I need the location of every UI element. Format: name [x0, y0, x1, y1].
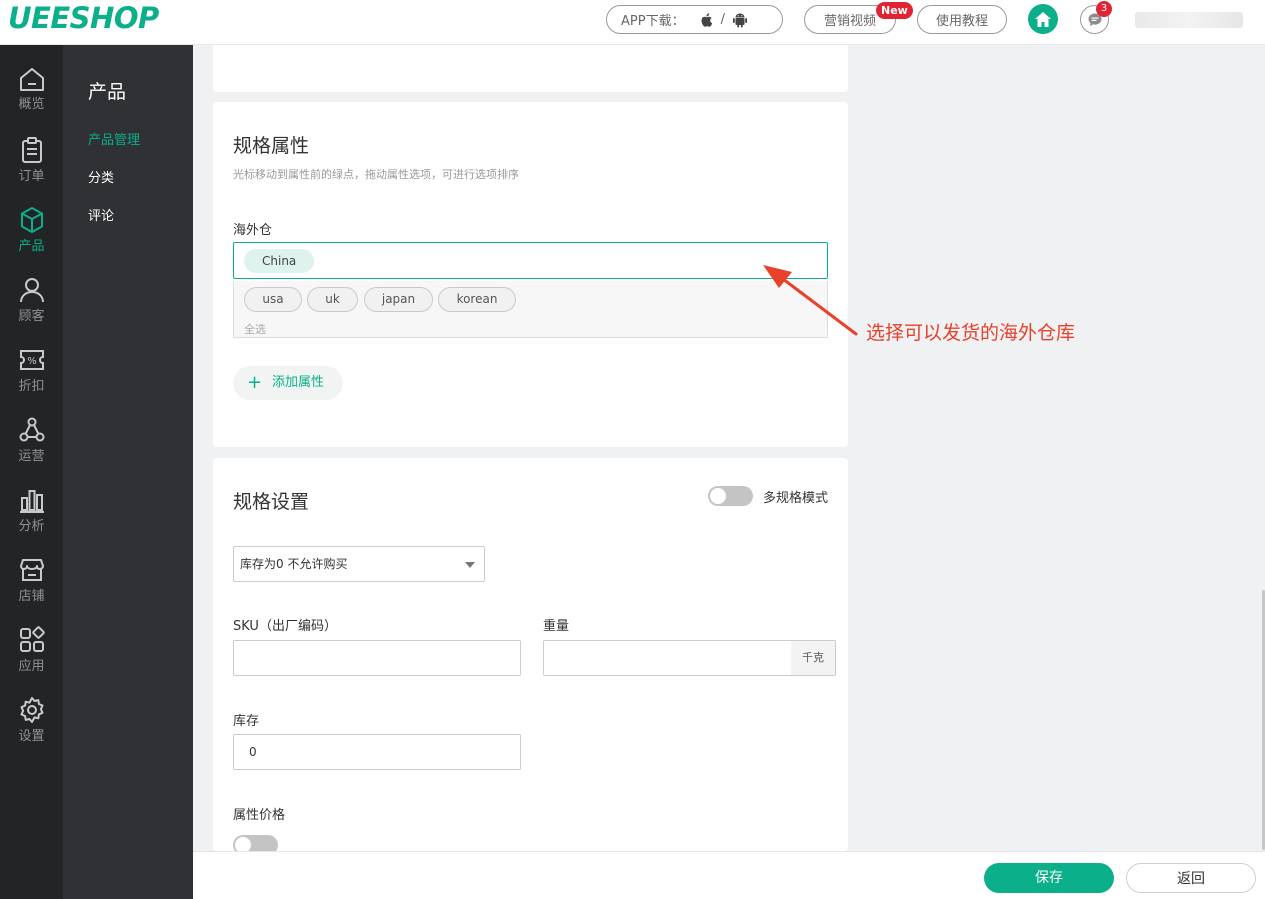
- annotation-arrow-icon: [763, 265, 858, 336]
- save-button[interactable]: 保存: [984, 863, 1114, 893]
- back-button[interactable]: 返回: [1126, 863, 1256, 893]
- annotation-text: 选择可以发货的海外仓库: [866, 322, 1076, 344]
